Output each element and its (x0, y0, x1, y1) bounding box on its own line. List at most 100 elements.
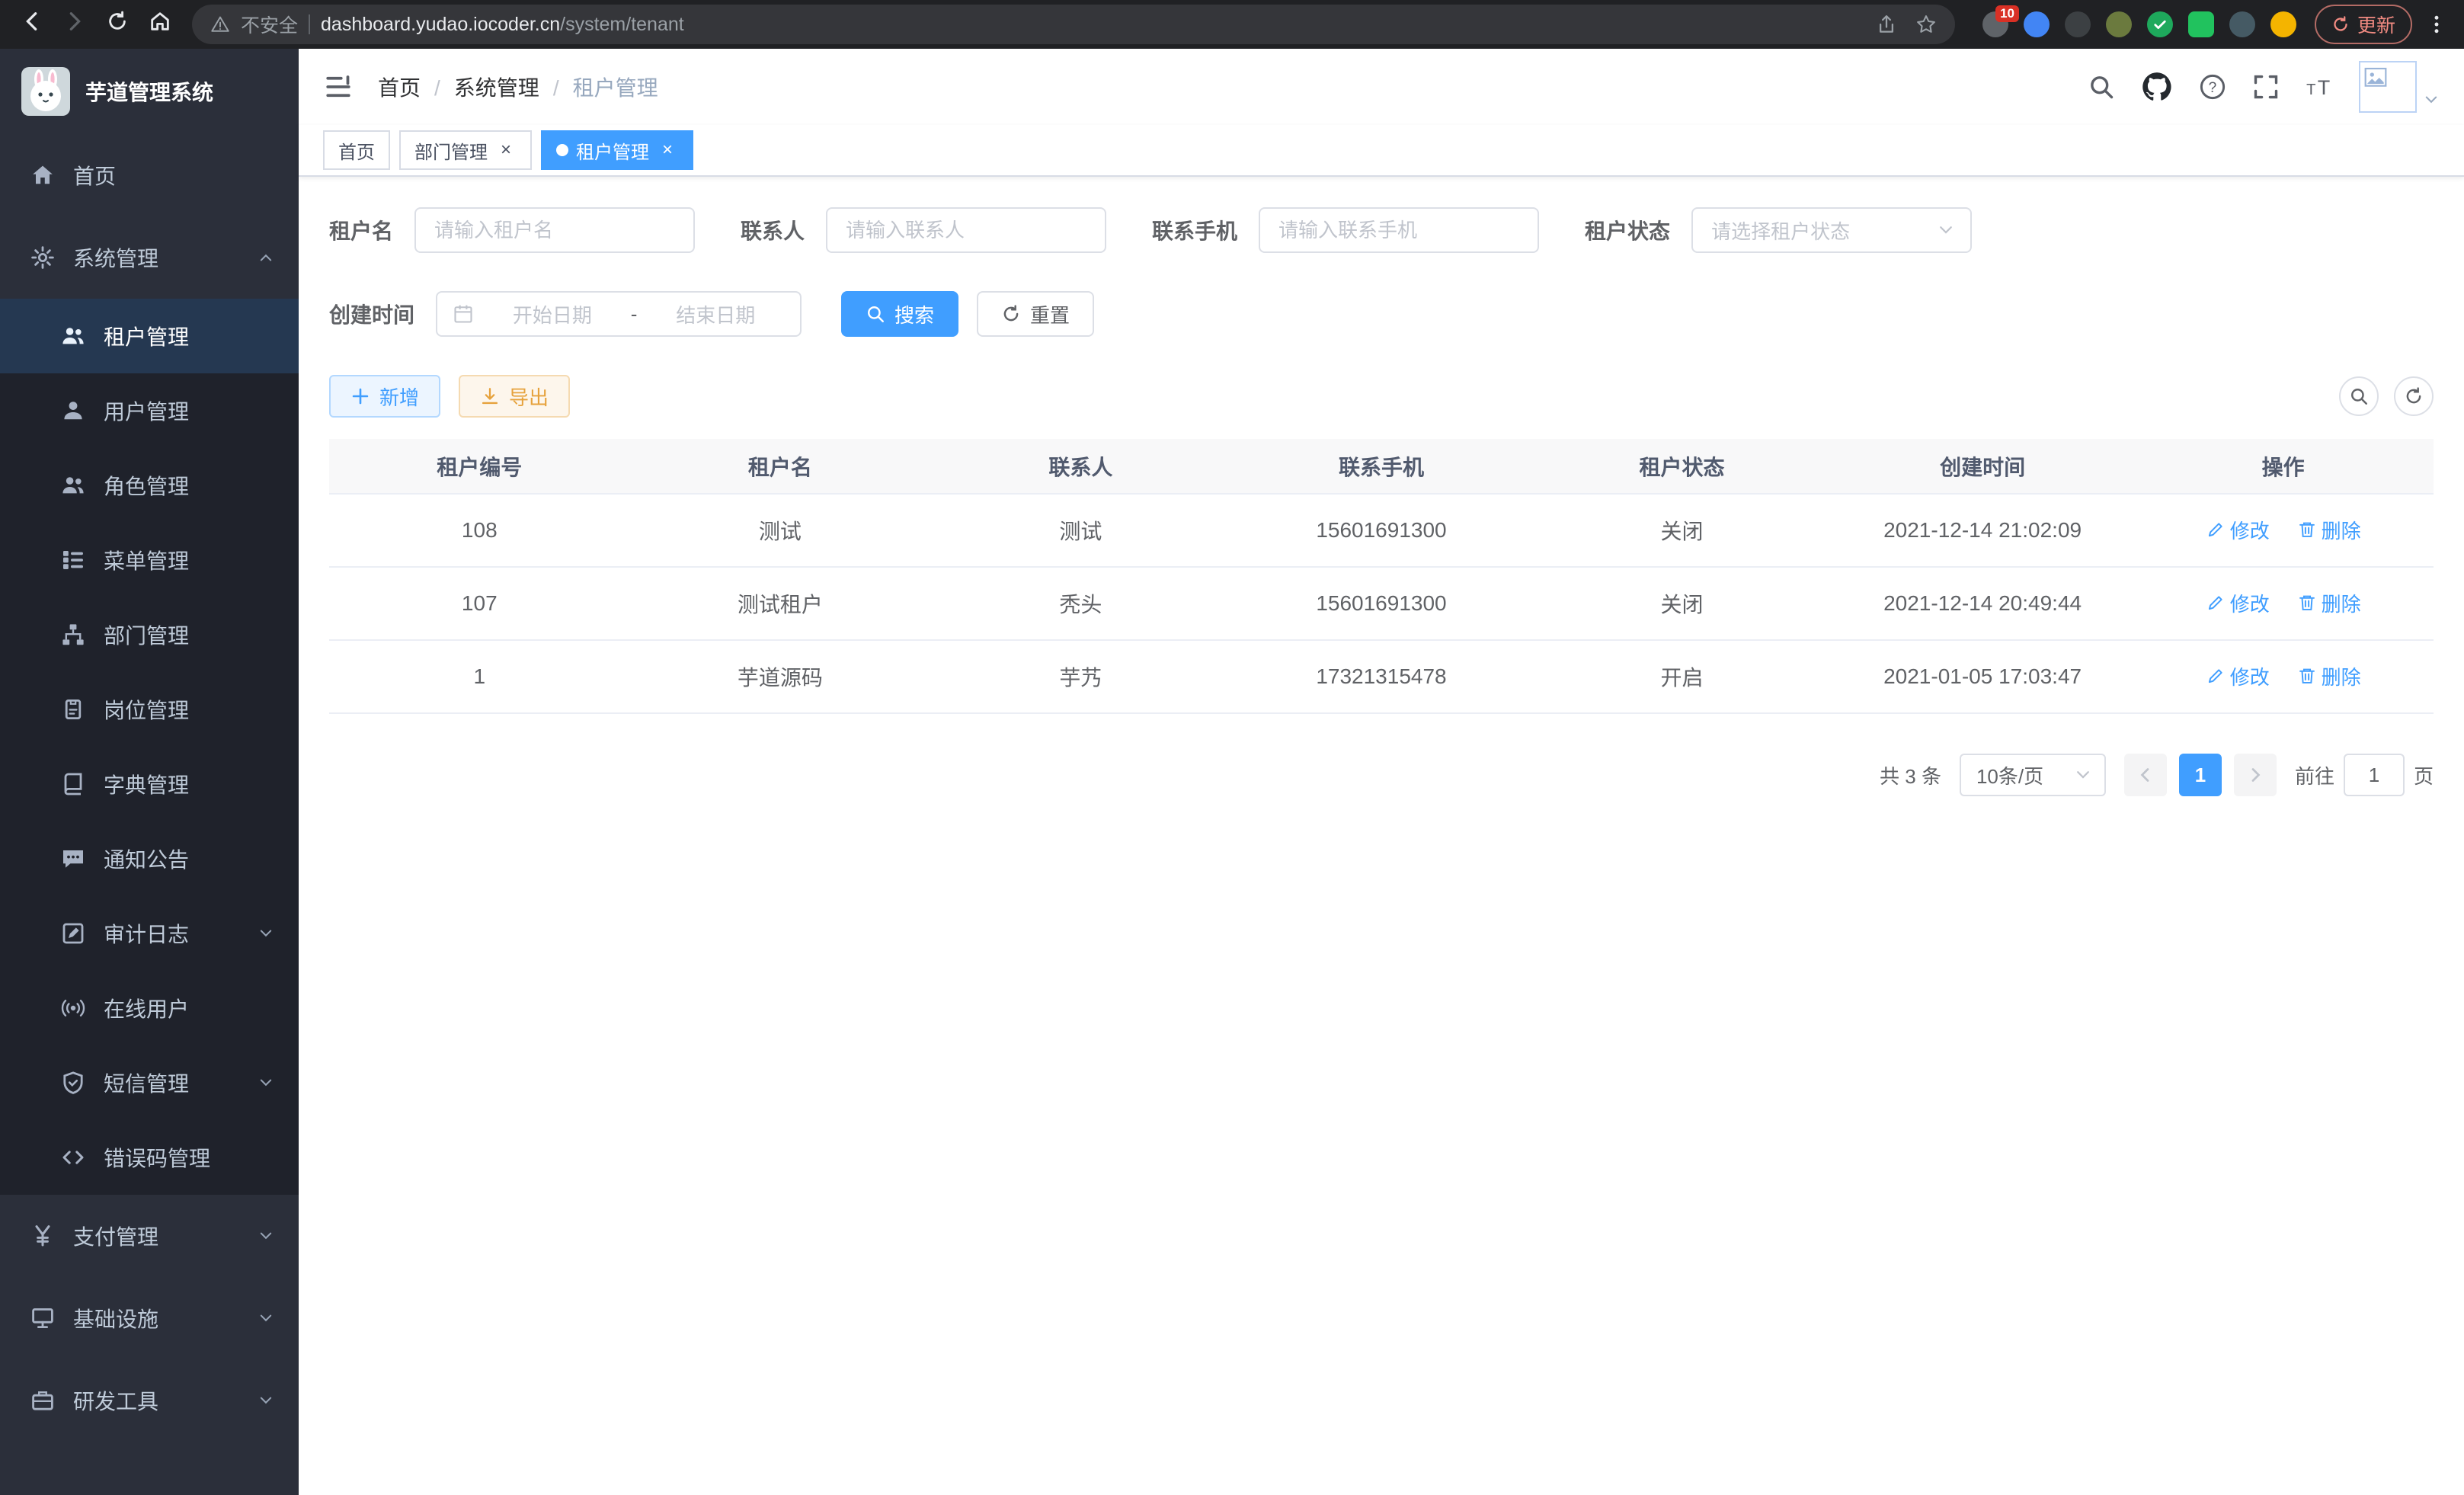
tenant-table: 租户编号 租户名 联系人 联系手机 租户状态 创建时间 操作 108 测试 (329, 439, 2434, 714)
search-icon[interactable] (2088, 73, 2115, 101)
sidebar-item-dict[interactable]: 字典管理 (0, 747, 299, 821)
monitor-icon (30, 1306, 55, 1330)
sidebar-item-notice[interactable]: 通知公告 (0, 821, 299, 896)
share-icon[interactable] (1876, 14, 1897, 35)
sidebar-item-online-user[interactable]: 在线用户 (0, 971, 299, 1045)
active-tab-dot (556, 144, 568, 156)
sidebar-item-audit-log[interactable]: 审计日志 (0, 896, 299, 971)
cell-operations: 修改 删除 (2133, 640, 2434, 713)
bookmark-star-icon[interactable] (1915, 14, 1937, 35)
sidebar-item-dept[interactable]: 部门管理 (0, 597, 299, 672)
extension-dark-gray[interactable] (2065, 11, 2091, 37)
start-date-placeholder[interactable]: 开始日期 (483, 300, 622, 328)
caret-down-icon (2423, 91, 2440, 108)
filter-label: 联系手机 (1152, 215, 1237, 245)
edit-icon (2206, 520, 2226, 539)
sidebar-item-devtools[interactable]: 研发工具 (0, 1359, 299, 1442)
cell-tenant-id: 108 (329, 494, 630, 567)
extension-olive[interactable] (2106, 11, 2132, 37)
phone-input[interactable] (1259, 207, 1539, 253)
search-icon (2349, 386, 2369, 406)
logo-image (21, 67, 70, 116)
cell-status: 开启 (1531, 640, 1832, 713)
extension-green-check[interactable] (2147, 11, 2173, 37)
address-bar[interactable]: 不安全 dashboard.yudao.iocoder.cn/system/te… (192, 5, 1955, 44)
date-range-picker[interactable]: 开始日期 - 结束日期 (436, 291, 802, 337)
close-icon[interactable]: × (657, 139, 678, 161)
toolbar-right (2339, 376, 2434, 416)
goto-page-input[interactable] (2344, 754, 2405, 796)
extension-blue[interactable] (2024, 11, 2050, 37)
search-toggle-button[interactable] (2339, 376, 2379, 416)
tab-tenant[interactable]: 租户管理 × (541, 130, 693, 170)
edit-button[interactable]: 修改 (2206, 516, 2270, 544)
fullscreen-icon[interactable] (2252, 73, 2280, 101)
extension-bright-green[interactable] (2188, 11, 2214, 37)
sidebar-item-label: 在线用户 (104, 993, 189, 1023)
search-button[interactable]: 搜索 (841, 291, 958, 337)
status-select[interactable]: 请选择租户状态 (1691, 207, 1972, 253)
cell-contact: 测试 (930, 494, 1231, 567)
sidebar-item-infra[interactable]: 基础设施 (0, 1277, 299, 1359)
cell-status: 关闭 (1531, 494, 1832, 567)
close-icon[interactable]: × (495, 139, 517, 161)
extension-amber[interactable] (2270, 11, 2296, 37)
filter-label: 创建时间 (329, 299, 414, 329)
tenant-name-input[interactable] (414, 207, 695, 253)
gear-icon (30, 245, 55, 270)
sidebar-item-menu[interactable]: 菜单管理 (0, 523, 299, 597)
font-size-icon[interactable]: TT (2306, 73, 2333, 101)
code-icon (61, 1145, 85, 1170)
delete-button[interactable]: 删除 (2297, 516, 2361, 544)
user-avatar-menu[interactable] (2359, 61, 2440, 113)
refresh-table-button[interactable] (2394, 376, 2434, 416)
contact-input[interactable] (826, 207, 1106, 253)
tab-home[interactable]: 首页 (323, 130, 390, 170)
add-button[interactable]: 新增 (329, 375, 440, 418)
browser-forward-button[interactable] (55, 5, 94, 44)
prev-page-button[interactable] (2124, 754, 2167, 796)
browser-menu-button[interactable] (2421, 5, 2452, 44)
sidebar-item-system[interactable]: 系统管理 (0, 216, 299, 299)
cell-contact: 芋艿 (930, 640, 1231, 713)
cell-tenant-name: 芋道源码 (630, 640, 931, 713)
sidebar-item-payment[interactable]: 支付管理 (0, 1195, 299, 1277)
page-1-button[interactable]: 1 (2179, 754, 2222, 796)
end-date-placeholder[interactable]: 结束日期 (646, 300, 785, 328)
extension-gray-badge[interactable]: 10 (1982, 11, 2008, 37)
browser-reload-button[interactable] (98, 5, 137, 44)
browser-home-button[interactable] (140, 5, 180, 44)
sidebar-item-home[interactable]: 首页 (0, 134, 299, 216)
export-button[interactable]: 导出 (459, 375, 570, 418)
sidebar-collapse-button[interactable] (323, 72, 354, 102)
edit-button[interactable]: 修改 (2206, 662, 2270, 690)
next-page-button[interactable] (2234, 754, 2277, 796)
tab-dept[interactable]: 部门管理 × (399, 130, 532, 170)
breadcrumb-home[interactable]: 首页 (378, 72, 454, 102)
question-icon[interactable]: ? (2199, 73, 2226, 101)
edit-button[interactable]: 修改 (2206, 589, 2270, 617)
delete-button[interactable]: 删除 (2297, 662, 2361, 690)
sidebar-item-post[interactable]: 岗位管理 (0, 672, 299, 747)
sidebar-item-user[interactable]: 用户管理 (0, 373, 299, 448)
page-size-select[interactable]: 10条/页 (1960, 754, 2106, 796)
browser-toolbar: 不安全 dashboard.yudao.iocoder.cn/system/te… (0, 0, 2464, 49)
browser-update-button[interactable]: 更新 (2315, 5, 2412, 44)
sidebar-item-role[interactable]: 角色管理 (0, 448, 299, 523)
browser-back-button[interactable] (12, 5, 52, 44)
reset-button[interactable]: 重置 (977, 291, 1094, 337)
github-icon[interactable] (2141, 71, 2173, 103)
sidebar-item-sms[interactable]: 短信管理 (0, 1045, 299, 1120)
navbar-actions: ? TT (2088, 61, 2440, 113)
cell-phone: 17321315478 (1231, 640, 1532, 713)
delete-button[interactable]: 删除 (2297, 589, 2361, 617)
sidebar-item-error-code[interactable]: 错误码管理 (0, 1120, 299, 1195)
chevron-right-icon (2246, 766, 2264, 784)
url-host: dashboard.yudao.iocoder.cn (321, 14, 560, 35)
yen-icon (30, 1224, 55, 1248)
extension-slate[interactable] (2229, 11, 2255, 37)
delete-label: 删除 (2322, 516, 2361, 544)
sidebar-item-tenant[interactable]: 租户管理 (0, 299, 299, 373)
breadcrumb-system[interactable]: 系统管理 (454, 72, 573, 102)
cell-tenant-id: 1 (329, 640, 630, 713)
